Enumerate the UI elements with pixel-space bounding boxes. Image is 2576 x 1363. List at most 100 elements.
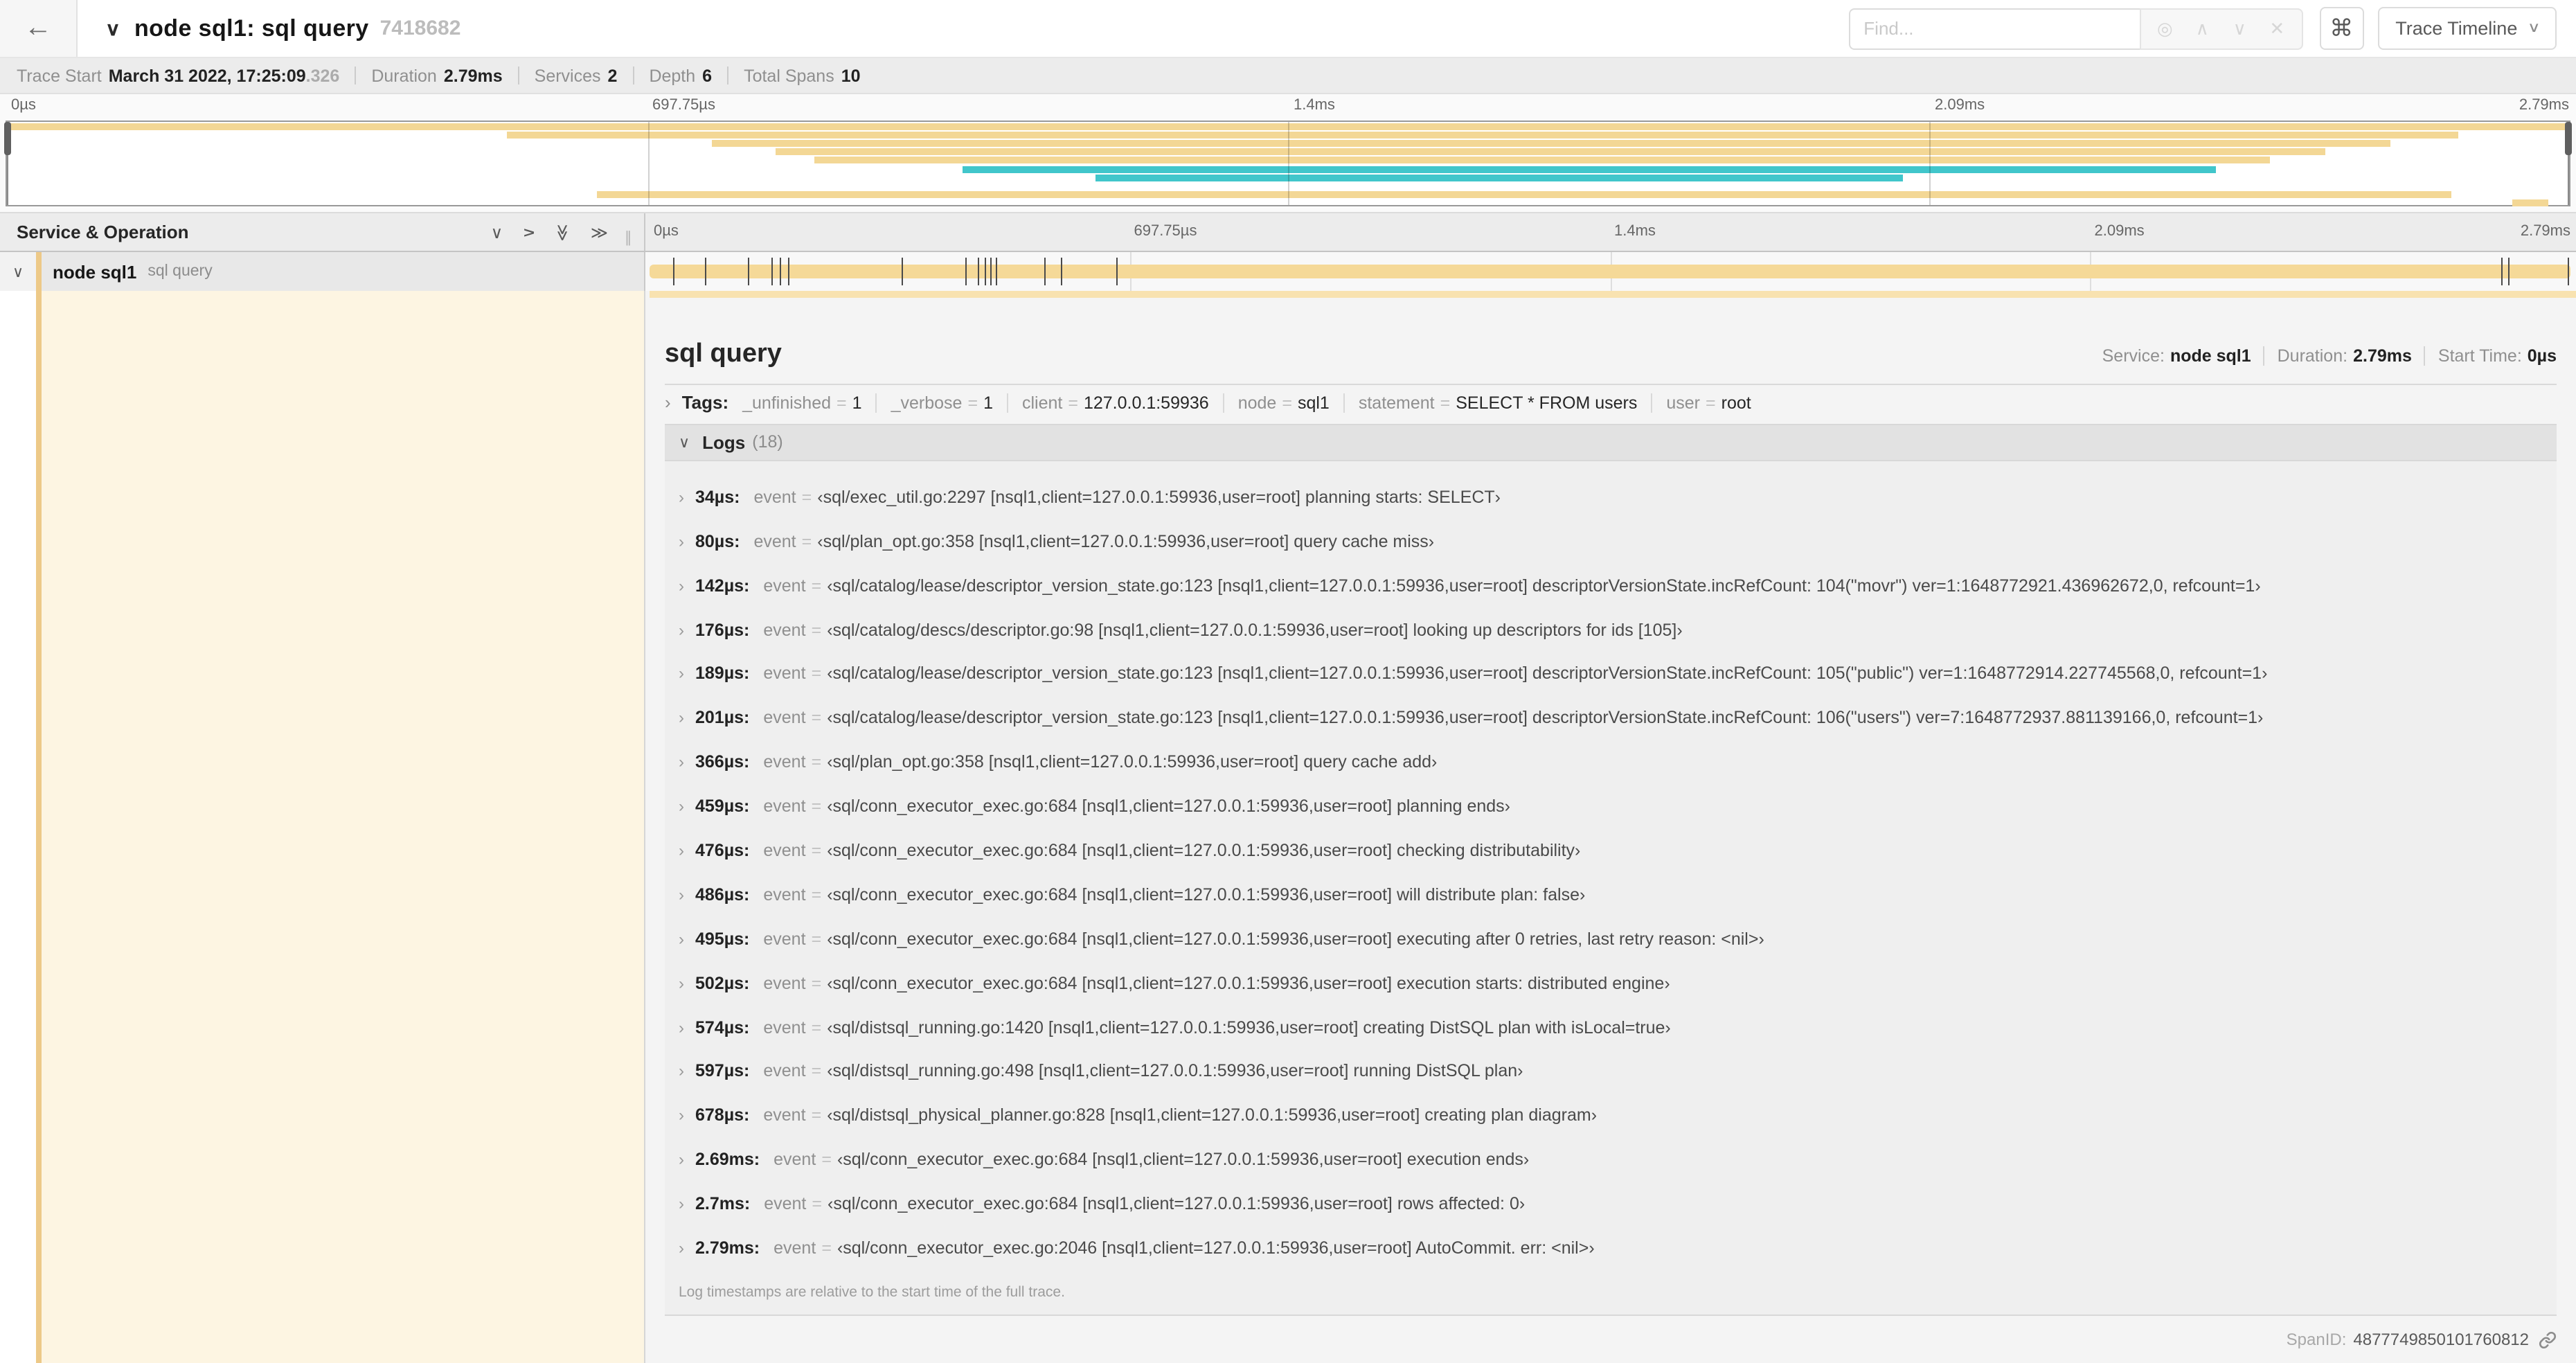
log-row[interactable]: › 2.69ms: event = ‹sql/conn_executor_exec.go…: [665, 1138, 2557, 1182]
log-row[interactable]: › 34µs: event = ‹sql/exec_util.go:2297 [nsql…: [665, 475, 2557, 519]
log-field-key: event: [763, 663, 806, 684]
minimap-scrubber-grip[interactable]: [2565, 122, 2572, 155]
view-select-button[interactable]: Trace Timeline ∨: [2377, 7, 2557, 50]
log-equals: =: [811, 576, 822, 596]
log-timestamp: 2.69ms:: [695, 1150, 760, 1170]
minimap-tick-label: 2.79ms: [2519, 97, 2569, 114]
page-title: node sql1: sql query: [134, 15, 369, 41]
find-next-icon[interactable]: ∨: [2221, 17, 2258, 39]
tag-divider: [1343, 393, 1345, 413]
log-marker: [1116, 258, 1118, 285]
deep-link-icon[interactable]: [2539, 1330, 2557, 1348]
minimap-tick-label: 2.09ms: [1935, 97, 1985, 114]
find-clear-icon[interactable]: ✕: [2258, 17, 2296, 39]
back-button[interactable]: ←: [0, 0, 78, 57]
summary-divider: [727, 66, 729, 84]
log-row-chevron-icon: ›: [679, 708, 684, 728]
minimap-span-bar: [596, 190, 2451, 198]
operation-name: sql query: [147, 263, 213, 280]
log-row[interactable]: › 2.79ms: event = ‹sql/conn_executor_exec.go…: [665, 1226, 2557, 1270]
log-row[interactable]: › 574µs: event = ‹sql/distsql_running.go:142…: [665, 1005, 2557, 1049]
collapse-all-icon[interactable]: ≫: [553, 223, 572, 240]
log-row[interactable]: › 80µs: event = ‹sql/plan_opt.go:358 [nsql1,…: [665, 519, 2557, 564]
log-field-value: ‹sql/catalog/lease/descriptor_version_st…: [827, 576, 2261, 596]
locate-icon[interactable]: ◎: [2146, 17, 2183, 39]
log-row-chevron-icon: ›: [679, 663, 684, 684]
logs-list: › 34µs: event = ‹sql/exec_util.go:2297 [nsql…: [665, 461, 2557, 1273]
log-row-chevron-icon: ›: [679, 752, 684, 772]
log-equals: =: [811, 620, 822, 640]
keyboard-shortcuts-button[interactable]: ⌘: [2319, 7, 2364, 50]
log-marker: [672, 258, 674, 285]
column-splitter-handle[interactable]: ▕▏: [618, 231, 640, 247]
log-row[interactable]: › 142µs: event = ‹sql/catalog/lease/descript…: [665, 564, 2557, 608]
log-row[interactable]: › 176µs: event = ‹sql/catalog/descs/descript…: [665, 607, 2557, 652]
span-id-label: SpanID:: [2286, 1330, 2347, 1349]
span-row-name-cell[interactable]: ∨ node sql1 sql query: [0, 252, 645, 291]
tags-row[interactable]: › Tags: _unfinished = 1 _verbose = 1 client = 12…: [645, 385, 2576, 418]
minimap-scrubber-left[interactable]: [4, 122, 11, 205]
minimap-canvas[interactable]: [4, 121, 2572, 206]
log-equals: =: [811, 1105, 822, 1125]
log-row-chevron-icon: ›: [679, 576, 684, 596]
log-row-chevron-icon: ›: [679, 1017, 684, 1037]
log-row-chevron-icon: ›: [679, 884, 684, 905]
logs-section: ∨ Logs (18) › 34µs: event = ‹sql/exec_util.g…: [665, 423, 2557, 1316]
log-row[interactable]: › 189µs: event = ‹sql/catalog/lease/descript…: [665, 652, 2557, 696]
expand-one-icon[interactable]: ∨: [519, 226, 538, 238]
log-field-value: ‹sql/conn_executor_exec.go:684 [nsql1,cl…: [827, 841, 1581, 861]
logs-footnote: Log timestamps are relative to the start…: [665, 1273, 2557, 1315]
log-equals: =: [812, 1194, 823, 1214]
log-row[interactable]: › 201µs: event = ‹sql/catalog/lease/descript…: [665, 696, 2557, 740]
log-timestamp: 80µs:: [695, 531, 740, 551]
minimap-scrubber-grip[interactable]: [4, 122, 11, 155]
logs-header[interactable]: ∨ Logs (18): [665, 425, 2557, 461]
log-row[interactable]: › 495µs: event = ‹sql/conn_executor_exec.go:…: [665, 917, 2557, 961]
span-duration-bar[interactable]: [650, 265, 2570, 278]
trace-summary-bar: Trace Start March 31 2022, 17:25:09.326 Du…: [0, 58, 2576, 94]
span-collapse-icon[interactable]: ∨: [12, 262, 24, 280]
collapse-one-icon[interactable]: ∨: [491, 222, 503, 242]
timeline-column-header: Service & Operation ∨ ∨ ≫ ≫ ▕▏ 0µs 697.75…: [0, 213, 2576, 252]
tag-key: node: [1237, 393, 1277, 413]
find-input[interactable]: [1848, 8, 2140, 49]
trace-collapse-icon[interactable]: ∨: [105, 17, 120, 40]
tag-value: sql1: [1297, 393, 1330, 413]
detail-left-column: [0, 291, 645, 1363]
log-row[interactable]: › 366µs: event = ‹sql/plan_opt.go:358 [nsql1…: [665, 740, 2557, 785]
log-field-key: event: [773, 1150, 816, 1170]
log-timestamp: 502µs:: [695, 973, 750, 993]
log-field-key: event: [763, 796, 806, 817]
minimap-scrubber-right[interactable]: [2565, 122, 2572, 205]
log-row[interactable]: › 2.7ms: event = ‹sql/conn_executor_exec.go:…: [665, 1182, 2557, 1226]
log-timestamp: 597µs:: [695, 1061, 750, 1081]
log-row[interactable]: › 459µs: event = ‹sql/conn_executor_exec.go:…: [665, 784, 2557, 828]
log-row[interactable]: › 486µs: event = ‹sql/conn_executor_exec.go:…: [665, 873, 2557, 917]
ruler-tick-label: 0µs: [654, 223, 679, 240]
tag-item: client = 127.0.0.1:59936: [1022, 393, 1209, 413]
log-row[interactable]: › 476µs: event = ‹sql/conn_executor_exec.go:…: [665, 828, 2557, 873]
expand-all-icon[interactable]: ≫: [591, 222, 608, 242]
log-row[interactable]: › 502µs: event = ‹sql/conn_executor_exec.go:…: [665, 961, 2557, 1006]
ruler-tick-label: 1.4ms: [1614, 223, 1656, 240]
log-row[interactable]: › 678µs: event = ‹sql/distsql_physical_plann…: [665, 1094, 2557, 1138]
log-timestamp: 366µs:: [695, 752, 750, 772]
log-equals: =: [821, 1238, 832, 1258]
minimap-span-bar: [711, 140, 2390, 148]
meta-value: 2.79ms: [2353, 346, 2412, 366]
span-row-timeline-cell: [645, 252, 2576, 291]
log-row-chevron-icon: ›: [679, 1150, 684, 1170]
log-timestamp: 2.7ms:: [695, 1194, 751, 1214]
find-prev-icon[interactable]: ∧: [2183, 17, 2221, 39]
log-field-value: ‹sql/distsql_running.go:1420 [nsql1,clie…: [827, 1017, 1671, 1037]
log-row[interactable]: › 597µs: event = ‹sql/distsql_running.go:498…: [665, 1049, 2557, 1094]
log-timestamp: 486µs:: [695, 884, 750, 905]
span-name[interactable]: node sql1 sql query: [42, 252, 644, 291]
tag-equals: =: [967, 393, 978, 413]
log-row-chevron-icon: ›: [679, 487, 684, 507]
minimap-span-bar: [2512, 199, 2549, 206]
header-toolbar: ◎ ∧ ∨ ✕ ⌘ Trace Timeline ∨: [1848, 0, 2576, 57]
service-name: node sql1: [53, 261, 137, 282]
log-marker: [779, 258, 781, 285]
span-color-stripe: [36, 252, 42, 291]
